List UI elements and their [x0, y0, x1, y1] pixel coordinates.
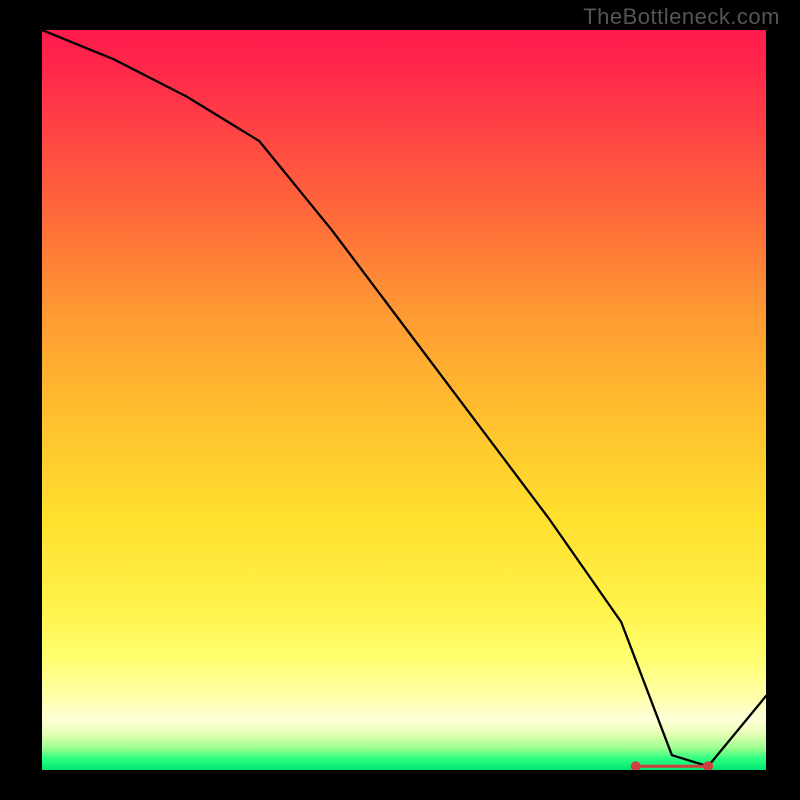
optimal-range-dot-start [631, 761, 641, 770]
watermark-text: TheBottleneck.com [583, 4, 780, 30]
optimal-range-marker [631, 761, 713, 770]
plot-area [42, 30, 766, 770]
chart-container: TheBottleneck.com [0, 0, 800, 800]
bottleneck-curve [42, 30, 766, 766]
chart-overlay [42, 30, 766, 770]
